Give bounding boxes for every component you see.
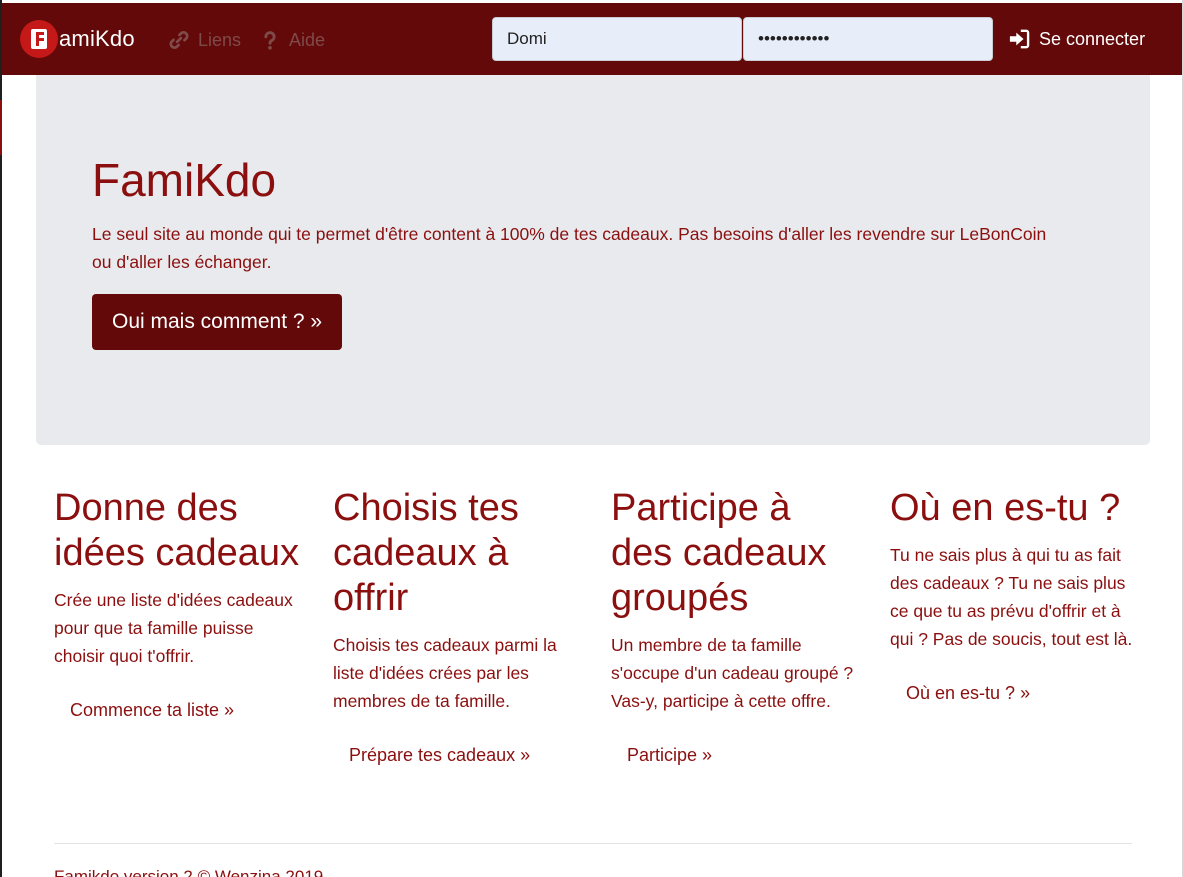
footer-text: Famikdo version 2 © Wenzina 2019 (54, 867, 324, 877)
nav-link-liens-label: Liens (198, 29, 242, 50)
link-icon (169, 31, 189, 49)
password-input[interactable] (743, 17, 993, 61)
feature-column-ideas: Donne des idées cadeaux Crée une liste d… (54, 486, 304, 721)
famikdo-logo-icon (20, 20, 58, 58)
connect-button[interactable]: Se connecter (1008, 23, 1145, 55)
nav-link-aide[interactable]: Aide (259, 29, 325, 51)
feature-title: Où en es-tu ? (890, 487, 1121, 529)
feature-title: Choisis tes cadeaux à offrir (333, 487, 519, 619)
feature-text: Choisis tes cadeaux parmi la liste d'idé… (333, 635, 557, 711)
feature-text: Tu ne sais plus à qui tu as fait des cad… (890, 545, 1133, 649)
nav-link-aide-label: Aide (289, 29, 326, 50)
feature-title: Participe à des cadeaux groupés (611, 487, 827, 619)
window-left-accent (0, 100, 2, 155)
feature-text: Un membre de ta famille s'occupe d'un ca… (611, 635, 854, 711)
feature-title: Donne des idées cadeaux (54, 487, 300, 574)
feature-text: Crée une liste d'idées cadeaux pour que … (54, 590, 293, 666)
app-window: amiKdo Liens Aide Domi •••••••••••• Se c… (0, 0, 1184, 877)
brand-link[interactable]: amiKdo (20, 19, 135, 59)
footer-divider (54, 843, 1132, 844)
hero-jumbotron: FamiKdo Le seul site au monde qui te per… (36, 75, 1150, 445)
start-list-link[interactable]: Commence ta liste » (70, 700, 234, 721)
brand-name: amiKdo (59, 26, 135, 51)
top-navbar: amiKdo Liens Aide Domi •••••••••••• Se c… (2, 3, 1182, 75)
feature-column-choose: Choisis tes cadeaux à offrir Choisis tes… (333, 486, 583, 766)
nav-link-liens[interactable]: Liens (168, 29, 241, 51)
feature-column-group: Participe à des cadeaux groupés Un membr… (611, 486, 861, 766)
hero-title: FamiKdo (92, 154, 277, 206)
prepare-gifts-link[interactable]: Prépare tes cadeaux » (349, 745, 530, 766)
hero-lead: Le seul site au monde qui te permet d'êt… (92, 224, 1047, 272)
participate-link[interactable]: Participe » (627, 745, 712, 766)
sign-in-icon (1009, 29, 1030, 49)
connect-button-label: Se connecter (1039, 28, 1146, 49)
status-link[interactable]: Où en es-tu ? » (906, 683, 1030, 704)
nav-links: Liens Aide (168, 29, 325, 51)
how-it-works-button[interactable]: Oui mais comment ? » (92, 294, 343, 350)
username-input[interactable] (492, 17, 742, 61)
feature-column-status: Où en es-tu ? Tu ne sais plus à qui tu a… (890, 486, 1140, 704)
question-icon (264, 31, 276, 50)
